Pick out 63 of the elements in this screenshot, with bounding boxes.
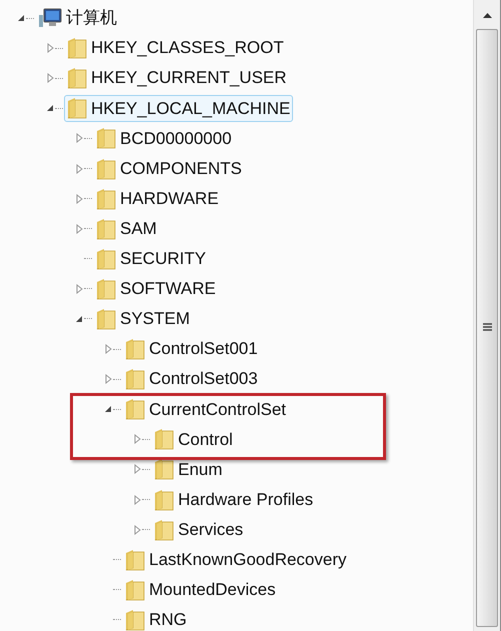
tree-item[interactable]: HKEY_LOCAL_MACHINE: [64, 94, 294, 122]
folder-icon: [67, 97, 87, 120]
folder-icon: [96, 248, 116, 270]
tree-item[interactable]: 计算机: [35, 4, 120, 32]
folder-icon: [154, 458, 174, 480]
folder-icon: [154, 488, 174, 511]
folder-icon: [154, 428, 174, 450]
folder-icon: [125, 578, 145, 601]
expanded-arrow-icon[interactable]: [46, 104, 54, 112]
folder-icon: [96, 308, 116, 330]
expanded-arrow-icon[interactable]: [75, 314, 83, 323]
folder-icon: [67, 67, 87, 90]
folder-icon: [125, 398, 145, 420]
tree-item[interactable]: ControlSet001: [122, 336, 261, 363]
folder-icon: [96, 278, 116, 300]
folder-icon: [125, 608, 145, 631]
tree-item[interactable]: COMPONENTS: [93, 155, 245, 182]
expanded-arrow-icon[interactable]: [104, 405, 112, 414]
tree-item[interactable]: Services: [151, 516, 246, 544]
tree-item[interactable]: Control: [151, 426, 236, 453]
folder-icon: [96, 158, 116, 180]
tree-item[interactable]: RNG: [122, 606, 190, 631]
collapsed-arrow-icon[interactable]: [104, 344, 112, 354]
collapsed-arrow-icon[interactable]: [134, 464, 140, 474]
collapsed-arrow-icon[interactable]: [76, 224, 82, 234]
folder-icon: [96, 218, 116, 240]
tree-item[interactable]: SYSTEM: [93, 305, 193, 332]
folder-icon: [125, 338, 145, 360]
folder-icon: [96, 127, 116, 150]
tree-item[interactable]: CurrentControlSet: [122, 396, 290, 423]
folder-icon: [125, 368, 145, 390]
collapsed-arrow-icon[interactable]: [134, 494, 140, 505]
collapsed-arrow-icon[interactable]: [134, 524, 140, 535]
tree-item[interactable]: SECURITY: [93, 245, 209, 272]
computer-icon: [38, 7, 62, 30]
tree-item[interactable]: Enum: [151, 456, 226, 483]
caret-up-icon: [482, 12, 492, 18]
expanded-arrow-icon[interactable]: [17, 14, 25, 22]
collapsed-arrow-icon[interactable]: [104, 374, 112, 384]
folder-icon: [125, 548, 145, 571]
collapsed-arrow-icon[interactable]: [46, 43, 54, 54]
grip-icon: [482, 323, 492, 333]
tree-item[interactable]: MountedDevices: [122, 576, 279, 604]
tree-item[interactable]: LastKnownGoodRecovery: [122, 546, 350, 574]
tree-item[interactable]: HARDWARE: [93, 185, 222, 212]
tree-item[interactable]: SOFTWARE: [93, 275, 219, 302]
tree-item[interactable]: HKEY_CLASSES_ROOT: [64, 34, 287, 62]
folder-icon: [96, 188, 116, 210]
collapsed-arrow-icon[interactable]: [134, 434, 140, 444]
folder-icon: [154, 518, 174, 541]
tree-item[interactable]: BCD00000000: [93, 124, 235, 152]
collapsed-arrow-icon[interactable]: [46, 73, 54, 84]
folder-icon: [67, 37, 87, 60]
collapsed-arrow-icon[interactable]: [76, 133, 82, 144]
scrollbar[interactable]: [473, 0, 500, 631]
collapsed-arrow-icon[interactable]: [76, 164, 82, 174]
scroll-thumb[interactable]: [476, 29, 498, 627]
tree-item[interactable]: HKEY_CURRENT_USER: [64, 64, 290, 92]
collapsed-arrow-icon[interactable]: [76, 194, 82, 204]
tree-item[interactable]: ControlSet003: [122, 366, 261, 393]
collapsed-arrow-icon[interactable]: [76, 284, 82, 294]
tree-item[interactable]: Hardware Profiles: [151, 486, 316, 514]
tree-item[interactable]: SAM: [93, 215, 160, 242]
